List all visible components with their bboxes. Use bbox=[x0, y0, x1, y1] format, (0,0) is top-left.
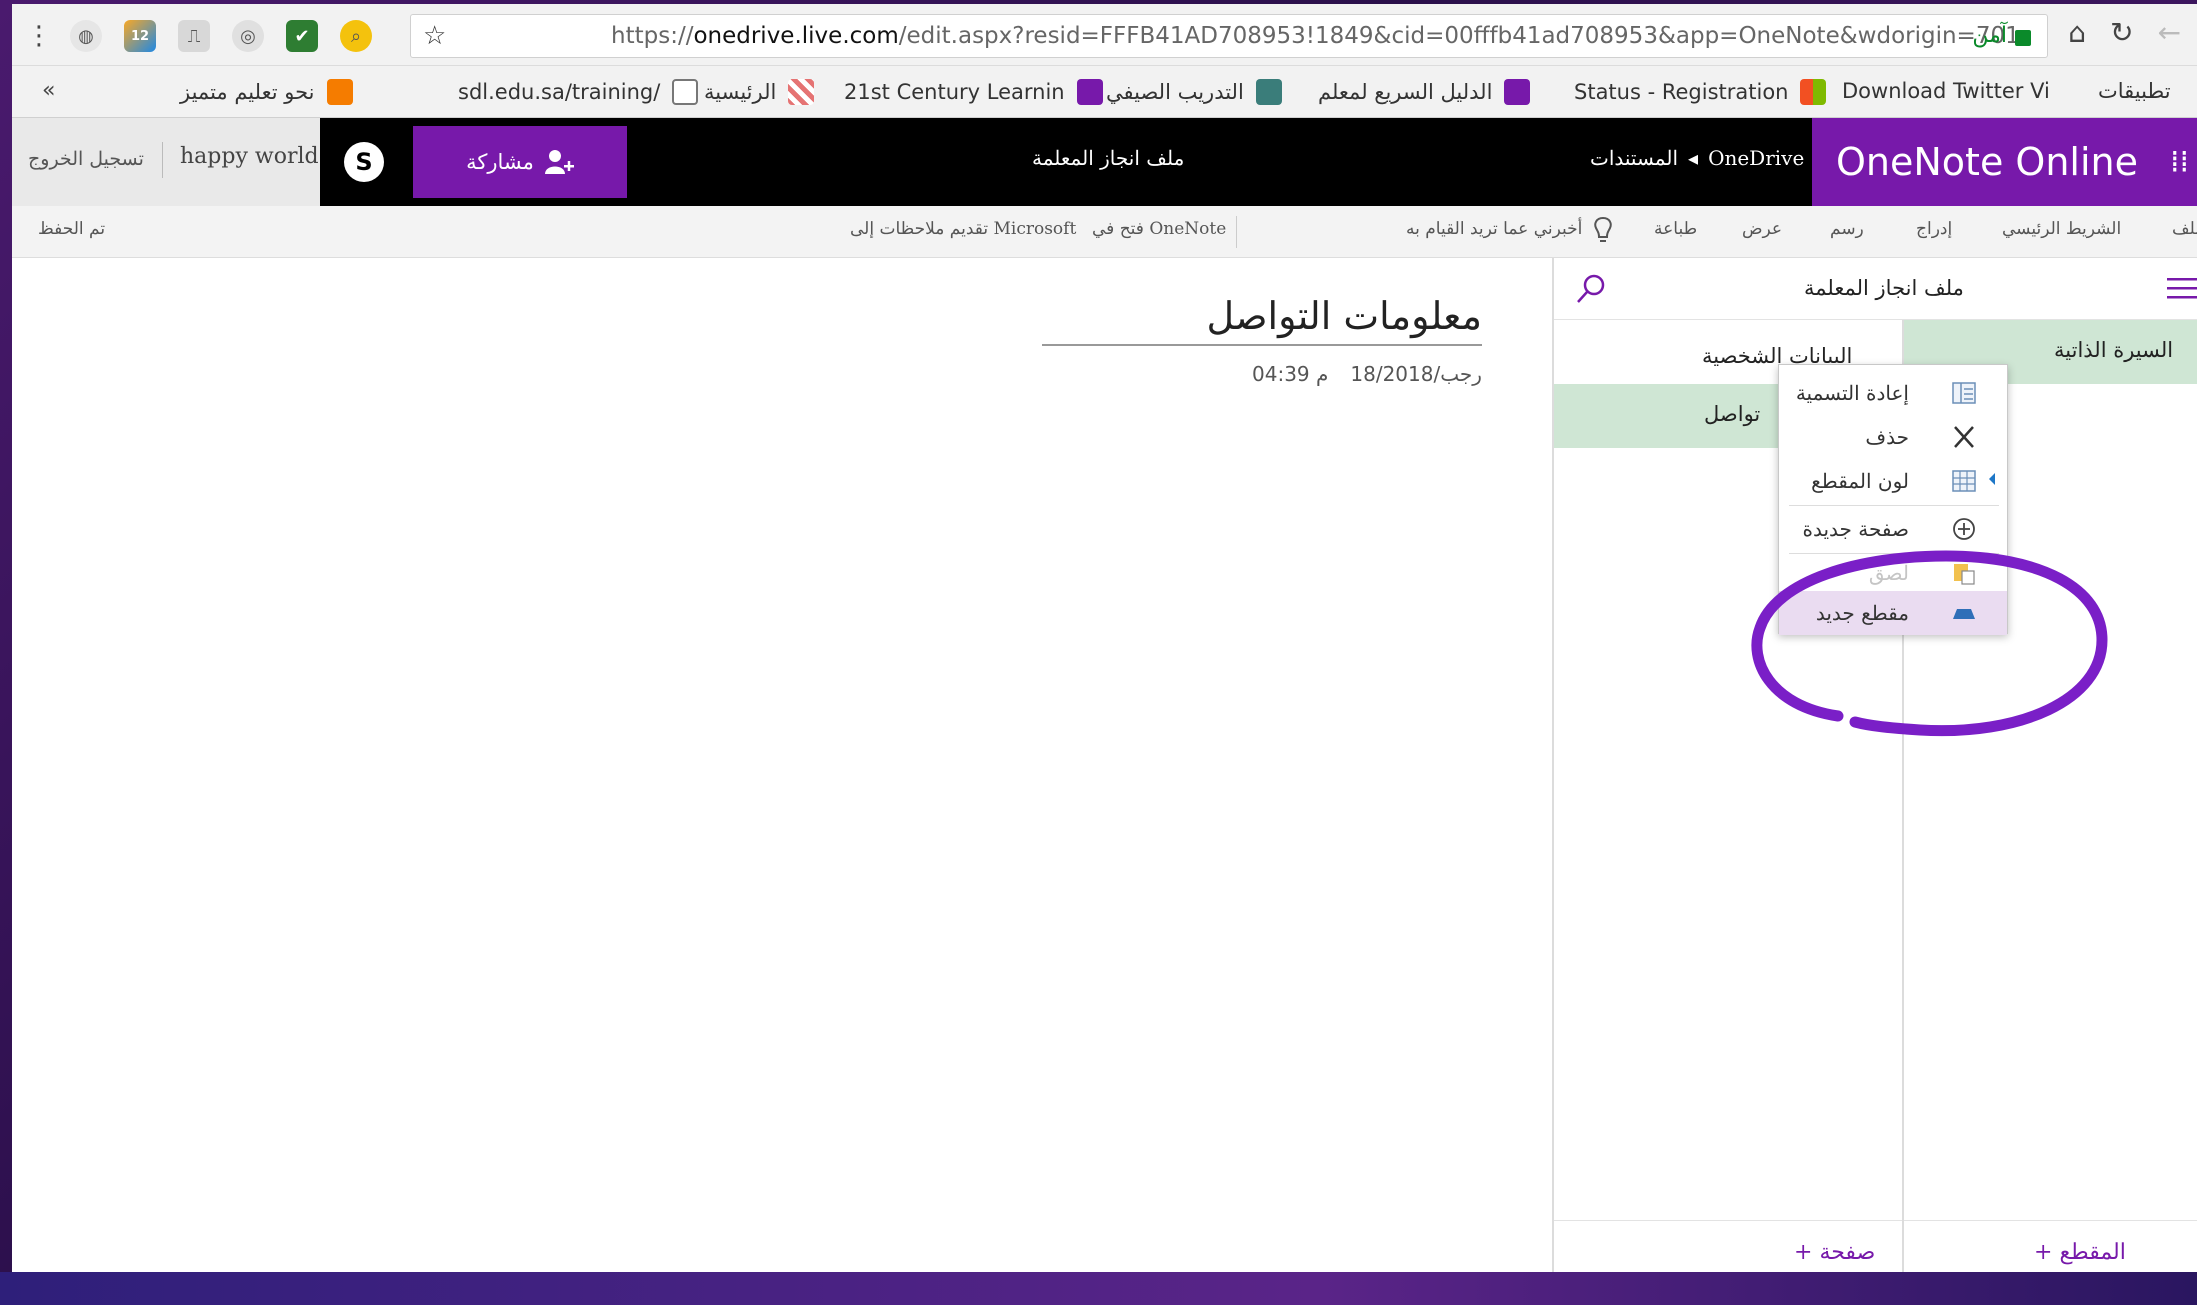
page-canvas[interactable] bbox=[12, 258, 1552, 1272]
bookmark-item[interactable]: sdl.edu.sa/training/ bbox=[458, 79, 699, 105]
bookmark-item[interactable]: التدريب الصيفي bbox=[1106, 79, 1282, 105]
menu-divider bbox=[1789, 505, 1999, 506]
bookmarks-bar: « نحو تعليم متميز sdl.edu.sa/training/ ا… bbox=[12, 66, 2197, 118]
menu-item-new-section[interactable]: مقطع جديد bbox=[1779, 591, 2007, 635]
divider bbox=[1904, 1220, 2197, 1221]
bookmark-item[interactable]: الرئيسية bbox=[704, 79, 815, 105]
extension-pdf-icon[interactable]: ⎍ bbox=[178, 20, 210, 52]
close-icon bbox=[1954, 426, 1974, 448]
feedback-link[interactable]: تقديم ملاحظات إلى Microsoft bbox=[850, 219, 1076, 239]
reload-icon[interactable]: ↻ bbox=[2110, 16, 2133, 49]
lock-icon bbox=[2015, 29, 2031, 46]
tab-file[interactable]: ملف bbox=[2172, 219, 2197, 239]
app-launcher-icon[interactable]: ⁞⁞ bbox=[2162, 118, 2197, 206]
menu-item-new-page[interactable]: صفحة جديدة bbox=[1779, 507, 2007, 551]
extension-globe-icon[interactable]: ◍ bbox=[70, 20, 102, 52]
notebook-name[interactable]: ملف انجاز المعلمة bbox=[1804, 276, 1964, 300]
onenote-icon bbox=[1076, 79, 1103, 105]
extension-check-icon[interactable]: ✔ bbox=[286, 20, 318, 52]
ribbon-tabs: تم الحفظ تقديم ملاحظات إلى Microsoft فتح… bbox=[12, 206, 2197, 258]
hamburger-icon[interactable] bbox=[2167, 276, 2197, 300]
tab-home[interactable]: الشريط الرئيسي bbox=[2002, 219, 2121, 239]
onenote-icon bbox=[1504, 79, 1531, 105]
menu-item-section-color[interactable]: لون المقطع bbox=[1779, 459, 2007, 503]
bookmark-item[interactable]: 21st Century Learnin bbox=[844, 79, 1103, 105]
divider bbox=[1554, 1220, 1902, 1221]
menu-item-delete[interactable]: حذف bbox=[1779, 415, 2007, 459]
address-bar[interactable]: ☆ https://onedrive.live.com/edit.aspx?re… bbox=[410, 14, 2048, 58]
page-title[interactable]: معلومات التواصل bbox=[1042, 294, 1482, 338]
bookmark-item[interactable]: Status - Registration bbox=[1574, 79, 1827, 105]
color-grid-icon bbox=[1952, 470, 1976, 492]
back-arrow-icon[interactable]: ← bbox=[2158, 16, 2181, 49]
browser-menu-icon[interactable]: ⋮ bbox=[26, 20, 52, 52]
add-page-button[interactable]: + صفحة bbox=[1794, 1240, 1875, 1265]
lightbulb-icon bbox=[1594, 216, 1612, 242]
browser-window: ⋮ ◍ 12 ⎍ ◎ ✔ ⌕ ☆ https://onedrive.live.c… bbox=[12, 4, 2197, 1272]
site-icon bbox=[788, 79, 815, 105]
breadcrumb-folder[interactable]: المستندات bbox=[1590, 146, 1678, 170]
context-menu: إعادة التسمية حذف لون المقطع صفحة جديدة … bbox=[1778, 364, 2008, 635]
plus-circle-icon bbox=[1953, 518, 1975, 540]
divider bbox=[162, 142, 163, 178]
bookmark-item[interactable]: نحو تعليم متميز bbox=[180, 79, 353, 105]
app-brand[interactable]: OneNote Online bbox=[1812, 118, 2162, 206]
url-text[interactable]: https://onedrive.live.com/edit.aspx?resi… bbox=[611, 23, 2020, 49]
paste-icon bbox=[1954, 564, 1975, 585]
submenu-arrow-icon bbox=[1989, 473, 1995, 485]
add-section-button[interactable]: + المقطع bbox=[2034, 1240, 2126, 1265]
extension-zoom-icon[interactable]: ⌕ bbox=[340, 20, 372, 52]
home-icon[interactable]: ⌂ bbox=[2068, 16, 2086, 49]
bookmark-item[interactable]: الدليل السريع لمعلم bbox=[1318, 79, 1531, 105]
tab-insert[interactable]: إدراج bbox=[1916, 219, 1952, 239]
browser-toolbar: ⋮ ◍ 12 ⎍ ◎ ✔ ⌕ ☆ https://onedrive.live.c… bbox=[12, 4, 2197, 66]
bottom-decoration bbox=[0, 1272, 2197, 1305]
app-header: تسجيل الخروج happy world S مشاركة ملف ان… bbox=[12, 118, 2197, 206]
save-status: تم الحفظ bbox=[38, 219, 106, 239]
add-person-icon bbox=[544, 150, 574, 174]
tab-view[interactable]: عرض bbox=[1742, 219, 1782, 239]
breadcrumb-root[interactable]: OneDrive bbox=[1708, 146, 1804, 170]
menu-item-rename[interactable]: إعادة التسمية bbox=[1779, 371, 2007, 415]
tell-me-input[interactable]: أخبرني عما تريد القيام به bbox=[1406, 219, 1582, 239]
signout-link[interactable]: تسجيل الخروج bbox=[28, 148, 144, 170]
document-title[interactable]: ملف انجاز المعلمة bbox=[1032, 146, 1184, 170]
graduation-icon bbox=[1255, 79, 1282, 105]
title-underline bbox=[1042, 344, 1482, 346]
bookmark-star-icon[interactable]: ☆ bbox=[423, 21, 446, 51]
skype-icon[interactable]: S bbox=[344, 142, 384, 182]
rename-icon bbox=[1952, 382, 1976, 404]
bookmark-item[interactable]: Download Twitter Vi bbox=[1842, 79, 2050, 103]
microsoft-icon bbox=[1800, 79, 1827, 105]
extension-icons: ⋮ ◍ 12 ⎍ ◎ ✔ ⌕ bbox=[26, 16, 372, 56]
search-icon[interactable] bbox=[1574, 272, 1608, 306]
blogger-icon bbox=[326, 79, 353, 105]
menu-item-paste: لصق bbox=[1779, 551, 2007, 591]
tab-draw[interactable]: رسم bbox=[1830, 219, 1864, 239]
new-section-tab-icon bbox=[1953, 609, 1975, 619]
page-icon bbox=[672, 79, 699, 105]
open-in-onenote-button[interactable]: فتح في OneNote bbox=[1092, 219, 1226, 239]
account-area: تسجيل الخروج happy world bbox=[12, 118, 320, 206]
extension-badge-icon[interactable]: 12 bbox=[124, 20, 156, 52]
share-button[interactable]: مشاركة bbox=[413, 126, 627, 198]
page-date: 18/رجب/2018 bbox=[1350, 362, 1482, 386]
username[interactable]: happy world bbox=[180, 144, 319, 169]
navigation-buttons: ⌂ ↻ ← bbox=[2068, 16, 2181, 49]
breadcrumb: المستندات ◂ OneDrive bbox=[1590, 146, 1804, 170]
extension-circle-icon[interactable]: ◎ bbox=[232, 20, 264, 52]
breadcrumb-separator-icon: ◂ bbox=[1688, 146, 1699, 170]
page-timestamp: 04:39 م 18/رجب/2018 bbox=[1252, 362, 1482, 386]
security-indicator[interactable]: آمن bbox=[1972, 23, 2031, 48]
divider bbox=[1236, 216, 1237, 248]
notebook-header: ملف انجاز المعلمة bbox=[1554, 258, 2197, 320]
page-time: 04:39 م bbox=[1252, 362, 1329, 386]
apps-shortcut[interactable]: تطبيقات bbox=[2098, 79, 2171, 103]
bookmarks-overflow-button[interactable]: « bbox=[42, 78, 55, 103]
tab-print[interactable]: طباعة bbox=[1654, 219, 1697, 239]
